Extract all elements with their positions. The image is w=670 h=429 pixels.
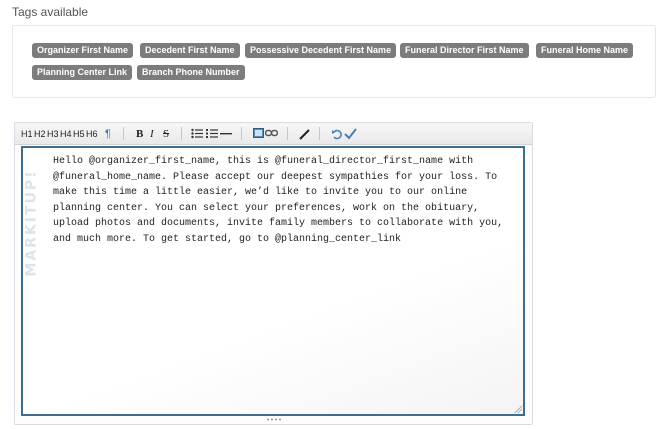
tag-decedent-first-name[interactable]: Decedent First Name [140, 43, 240, 58]
toolbar-separator [181, 127, 182, 140]
italic-button[interactable]: I [150, 128, 154, 140]
heading3-button[interactable]: H3 [47, 128, 59, 140]
tag-funeral-director-first-name[interactable]: Funeral Director First Name [400, 43, 529, 58]
tag-branch-phone-number[interactable]: Branch Phone Number [137, 65, 245, 80]
link-icon[interactable] [264, 128, 279, 140]
heading1-button[interactable]: H1 [21, 128, 33, 140]
tag-organizer-first-name[interactable]: Organizer First Name [32, 43, 134, 58]
bulleted-list-icon[interactable] [191, 128, 203, 140]
toolbar-separator [319, 127, 320, 140]
tags-panel: Organizer First Name Decedent First Name… [12, 25, 656, 98]
pen-clean-icon[interactable] [299, 128, 311, 140]
bold-button[interactable]: B [136, 128, 143, 140]
tag-planning-center-link[interactable]: Planning Center Link [32, 65, 133, 80]
markitup-editor: H1 H2 H3 H4 H5 H6 ¶ B I S MARKITUP! Hell… [14, 122, 533, 425]
resize-grip-icon[interactable] [514, 405, 522, 413]
message-textarea[interactable]: MARKITUP! Hello @organizer_first_name, t… [21, 146, 525, 416]
toolbar-separator [123, 127, 124, 140]
image-icon[interactable] [253, 128, 264, 140]
editor-resize-handle[interactable] [15, 414, 532, 424]
numbered-list-icon[interactable] [206, 128, 218, 140]
heading2-button[interactable]: H2 [34, 128, 46, 140]
checkmark-icon[interactable] [344, 128, 357, 140]
heading5-button[interactable]: H5 [73, 128, 85, 140]
paragraph-icon[interactable]: ¶ [105, 128, 111, 140]
strikethrough-button[interactable]: S [163, 128, 169, 140]
editor-toolbar: H1 H2 H3 H4 H5 H6 ¶ B I S [15, 123, 532, 145]
tags-available-heading: Tags available [12, 5, 89, 19]
message-text[interactable]: Hello @organizer_first_name, this is @fu… [53, 154, 518, 247]
heading4-button[interactable]: H4 [60, 128, 72, 140]
heading6-button[interactable]: H6 [86, 128, 98, 140]
toolbar-separator [241, 127, 242, 140]
tag-funeral-home-name[interactable]: Funeral Home Name [536, 43, 634, 58]
markitup-logo: MARKITUP! [24, 169, 41, 277]
horizontal-rule-icon[interactable] [220, 128, 232, 140]
toolbar-separator [287, 127, 288, 140]
undo-icon[interactable] [331, 128, 343, 140]
tag-possessive-decedent-first-name[interactable]: Possessive Decedent First Name [245, 43, 397, 58]
